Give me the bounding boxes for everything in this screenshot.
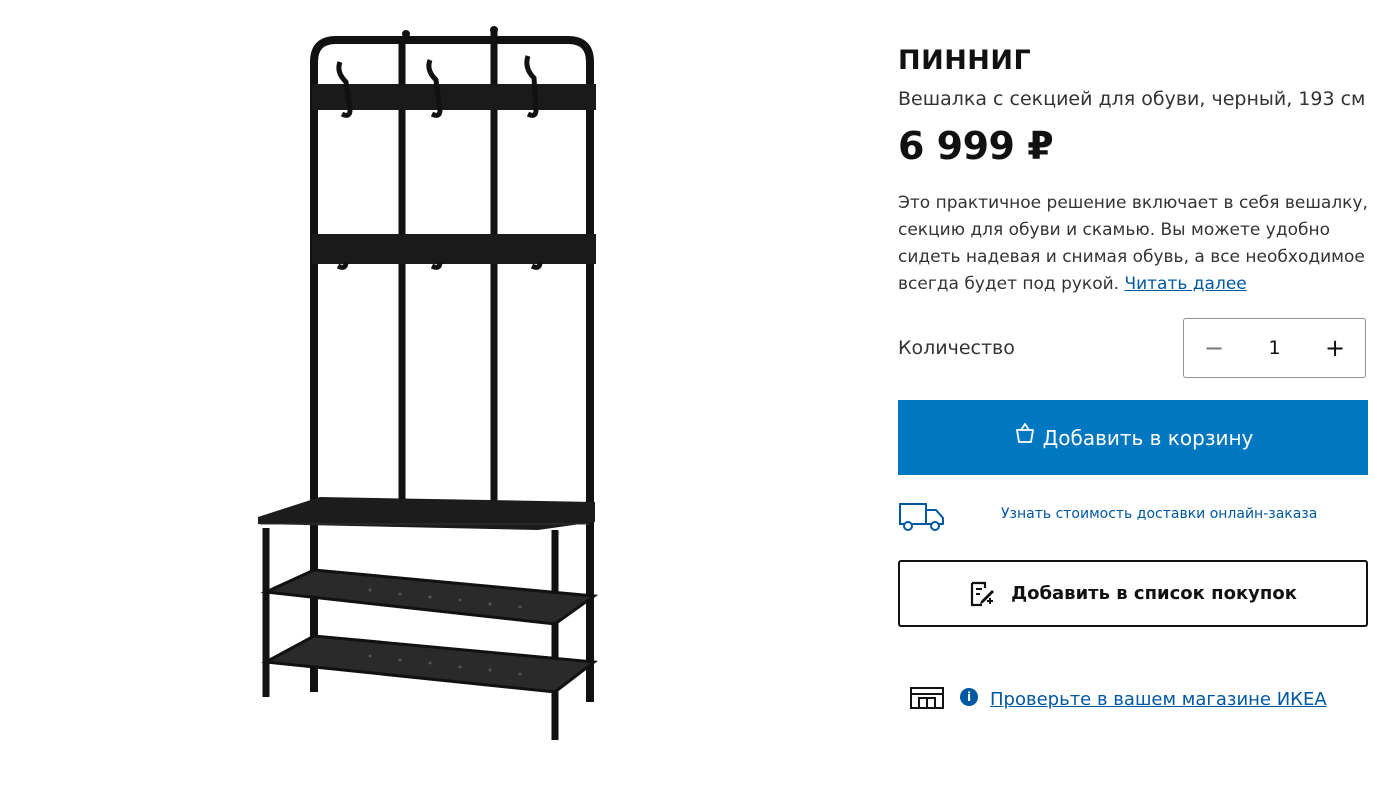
quantity-label: Количество: [898, 337, 1015, 359]
delivery-truck-icon: [898, 500, 946, 536]
read-more-link[interactable]: Читать далее: [1124, 274, 1246, 294]
delivery-cost-link[interactable]: Узнать стоимость доставки онлайн-заказа: [1001, 506, 1317, 522]
add-to-shopping-list-button[interactable]: Добавить в список покупок: [898, 560, 1368, 627]
product-image-area: [0, 0, 860, 798]
store-icon: [910, 687, 944, 713]
delivery-info: Узнать стоимость доставки онлайн-заказа: [898, 498, 1368, 534]
shopping-list-icon: [969, 581, 995, 607]
add-to-cart-label: Добавить в корзину: [1042, 425, 1254, 450]
product-page: ПИННИГ Вешалка с секцией для обуви, черн…: [0, 0, 1400, 798]
product-summary: Это практичное решение включает в себя в…: [898, 190, 1368, 298]
quantity-stepper: − 1 +: [1183, 318, 1366, 378]
quantity-value[interactable]: 1: [1268, 337, 1280, 359]
product-price: 6 999 ₽: [898, 124, 1054, 168]
product-description: Вешалка с секцией для обуви, черный, 193…: [898, 88, 1366, 110]
shopping-bag-icon: [1013, 421, 1037, 445]
product-image: [258, 26, 599, 740]
product-name: ПИННИГ: [898, 45, 1032, 76]
info-icon: i: [960, 688, 978, 706]
increase-quantity-button[interactable]: +: [1305, 319, 1365, 377]
add-to-shopping-list-label: Добавить в список покупок: [1011, 583, 1297, 604]
add-to-cart-button[interactable]: Добавить в корзину: [898, 400, 1368, 475]
decrease-quantity-button[interactable]: −: [1184, 319, 1244, 377]
store-availability: i Проверьте в вашем магазине ИКЕА: [910, 685, 1370, 715]
check-store-link[interactable]: Проверьте в вашем магазине ИКЕА: [990, 689, 1327, 710]
